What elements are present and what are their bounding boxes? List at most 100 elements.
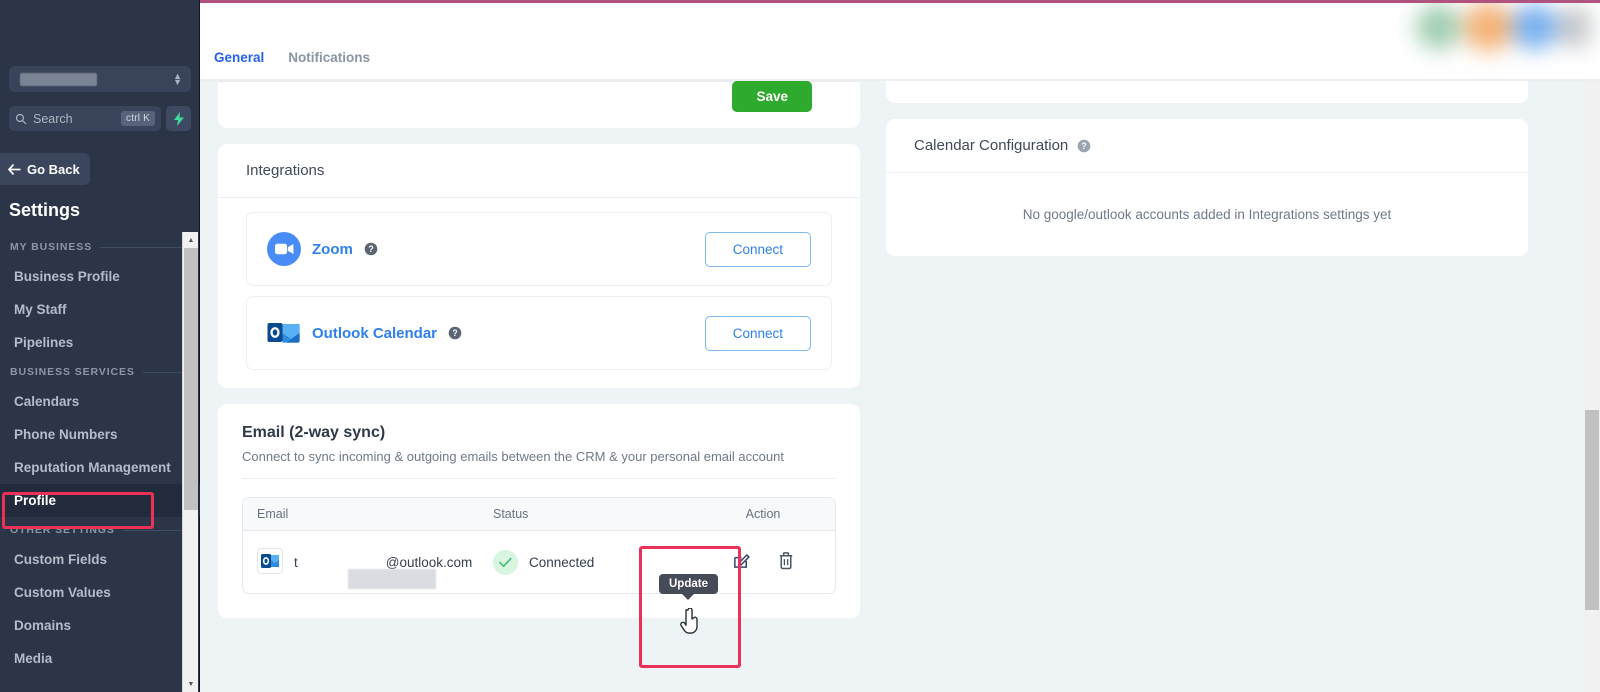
left-sidebar: ▲ ▼ Search ctrl K Go Back Settings MY BU… xyxy=(0,0,200,692)
update-tooltip: Update xyxy=(659,574,718,594)
cell-status: Connected xyxy=(493,549,693,575)
sidebar-scrollbar-thumb[interactable] xyxy=(184,248,198,510)
go-back-button[interactable]: Go Back xyxy=(0,153,90,185)
profile-form-card-footer: Save xyxy=(218,81,860,128)
search-input[interactable]: Search ctrl K xyxy=(9,106,161,131)
nav-group-business-services-label: BUSINESS SERVICES xyxy=(0,359,200,385)
calendar-configuration-header: Calendar Configuration ? xyxy=(886,119,1528,173)
sidebar-item-label: Domains xyxy=(14,618,72,633)
sidebar-nav: MY BUSINESS Business Profile My Staff Pi… xyxy=(0,234,200,692)
sidebar-search-row: Search ctrl K xyxy=(9,106,191,131)
table-row: t @outlook.com Connected xyxy=(243,531,835,593)
zoom-video-icon xyxy=(267,232,301,266)
search-shortcut-badge: ctrl K xyxy=(121,111,155,126)
sidebar-item-label: Calendars xyxy=(14,394,80,409)
location-value-redacted xyxy=(20,73,97,86)
integrations-list: Zoom ? Connect Outlook Calendar ? Connec… xyxy=(218,198,860,388)
top-right-widgets-redacted xyxy=(1405,3,1590,51)
sidebar-item-media[interactable]: Media xyxy=(0,642,200,675)
tab-general[interactable]: General xyxy=(214,50,264,79)
email-redacted-block xyxy=(348,568,436,589)
help-circle-icon[interactable]: ? xyxy=(364,242,378,256)
right-column: Calendar Configuration ? No google/outlo… xyxy=(886,81,1528,634)
sidebar-item-reputation-management[interactable]: Reputation Management xyxy=(0,451,200,484)
scroll-up-arrow-icon[interactable]: ▲ xyxy=(183,232,199,248)
tab-label: General xyxy=(214,50,265,65)
email-sync-header: Email (2-way sync) Connect to sync incom… xyxy=(218,404,860,478)
tab-notifications[interactable]: Notifications xyxy=(288,50,370,79)
main-content: Save Integrations Zoom ? Connect Outlook… xyxy=(200,81,1600,692)
sidebar-item-domains[interactable]: Domains xyxy=(0,609,200,642)
sidebar-item-pipelines[interactable]: Pipelines xyxy=(0,326,200,359)
table-header-row: Email Status Action xyxy=(243,498,835,531)
page-scrollbar[interactable] xyxy=(1584,81,1600,692)
sidebar-item-custom-fields[interactable]: Custom Fields xyxy=(0,543,200,576)
sidebar-item-profile[interactable]: Profile xyxy=(0,484,200,517)
sidebar-scrollbar[interactable]: ▲ ▼ xyxy=(182,232,198,692)
top-bar: General Notifications xyxy=(200,3,1600,79)
save-button[interactable]: Save xyxy=(732,81,812,112)
sidebar-item-label: Phone Numbers xyxy=(14,427,118,442)
integration-name[interactable]: Outlook Calendar xyxy=(312,325,437,342)
column-header-email: Email xyxy=(257,507,289,521)
sidebar-item-my-staff[interactable]: My Staff xyxy=(0,293,200,326)
sidebar-item-calendars[interactable]: Calendars xyxy=(0,385,200,418)
integration-label-zoom: Zoom ? xyxy=(267,232,705,266)
integration-name[interactable]: Zoom xyxy=(312,241,353,258)
email-table-wrapper: Email Status Action t @outlook.com Conne… xyxy=(218,497,860,618)
email-sync-title: Email (2-way sync) xyxy=(242,424,386,441)
cell-actions xyxy=(693,551,833,573)
integration-row-outlook-calendar: Outlook Calendar ? Connect xyxy=(246,296,832,370)
connect-button-zoom[interactable]: Connect xyxy=(704,231,811,267)
integrations-title: Integrations xyxy=(218,144,860,198)
sidebar-item-label: Pipelines xyxy=(14,335,74,350)
nav-group-label-text: OTHER SETTINGS xyxy=(10,524,115,536)
help-circle-icon[interactable]: ? xyxy=(448,326,462,340)
delete-icon[interactable] xyxy=(777,551,795,573)
nav-group-label-text: MY BUSINESS xyxy=(10,241,93,253)
integrations-card: Integrations Zoom ? Connect Outlook Cale… xyxy=(218,144,860,388)
search-placeholder: Search xyxy=(33,111,73,126)
divider xyxy=(242,478,836,479)
cell-email: t @outlook.com xyxy=(243,547,493,589)
svg-text:?: ? xyxy=(368,244,373,254)
svg-text:?: ? xyxy=(452,328,457,338)
sidebar-item-label: Business Profile xyxy=(14,269,120,284)
chevron-updown-icon: ▲ ▼ xyxy=(173,71,182,87)
sidebar-item-phone-numbers[interactable]: Phone Numbers xyxy=(0,418,200,451)
calendar-configuration-empty-message: No google/outlook accounts added in Inte… xyxy=(1022,207,1392,222)
top-accent-bar xyxy=(200,0,1600,3)
help-circle-icon[interactable]: ? xyxy=(1077,139,1091,153)
email-prefix: t xyxy=(294,554,298,570)
page-scrollbar-thumb[interactable] xyxy=(1585,410,1599,610)
quick-action-button[interactable] xyxy=(166,106,191,131)
calendar-configuration-card: Calendar Configuration ? No google/outlo… xyxy=(886,119,1528,256)
divider xyxy=(122,529,190,531)
sidebar-item-label: Media xyxy=(14,651,53,666)
sidebar-item-label: My Staff xyxy=(14,302,67,317)
sidebar-item-business-profile[interactable]: Business Profile xyxy=(0,260,200,293)
column-header-status: Status xyxy=(493,507,529,521)
svg-text:?: ? xyxy=(1082,141,1087,151)
outlook-icon xyxy=(257,547,283,577)
location-select[interactable]: ▲ ▼ xyxy=(9,66,191,92)
email-accounts-table: Email Status Action t @outlook.com Conne… xyxy=(242,497,836,594)
lightning-bolt-icon xyxy=(173,111,184,126)
search-icon xyxy=(15,113,27,124)
email-sync-card: Email (2-way sync) Connect to sync incom… xyxy=(218,404,860,618)
sidebar-item-custom-values[interactable]: Custom Values xyxy=(0,576,200,609)
nav-group-my-business-label: MY BUSINESS xyxy=(0,234,200,260)
arrow-left-icon xyxy=(8,163,21,175)
check-icon xyxy=(493,549,518,575)
email-suffix: @outlook.com xyxy=(385,554,473,570)
scroll-down-arrow-icon[interactable]: ▼ xyxy=(183,676,199,692)
app-root: ▲ ▼ Search ctrl K Go Back Settings MY BU… xyxy=(0,0,1600,692)
integration-label-outlook-calendar: Outlook Calendar ? xyxy=(267,317,705,349)
connect-button-outlook-calendar[interactable]: Connect xyxy=(704,315,811,351)
nav-group-label-text: BUSINESS SERVICES xyxy=(10,366,135,378)
sidebar-item-label: Custom Values xyxy=(14,585,111,600)
divider xyxy=(100,246,190,248)
column-header-action: Action xyxy=(745,507,781,521)
edit-icon[interactable] xyxy=(732,551,751,573)
mouse-cursor-hand-icon xyxy=(680,608,698,634)
